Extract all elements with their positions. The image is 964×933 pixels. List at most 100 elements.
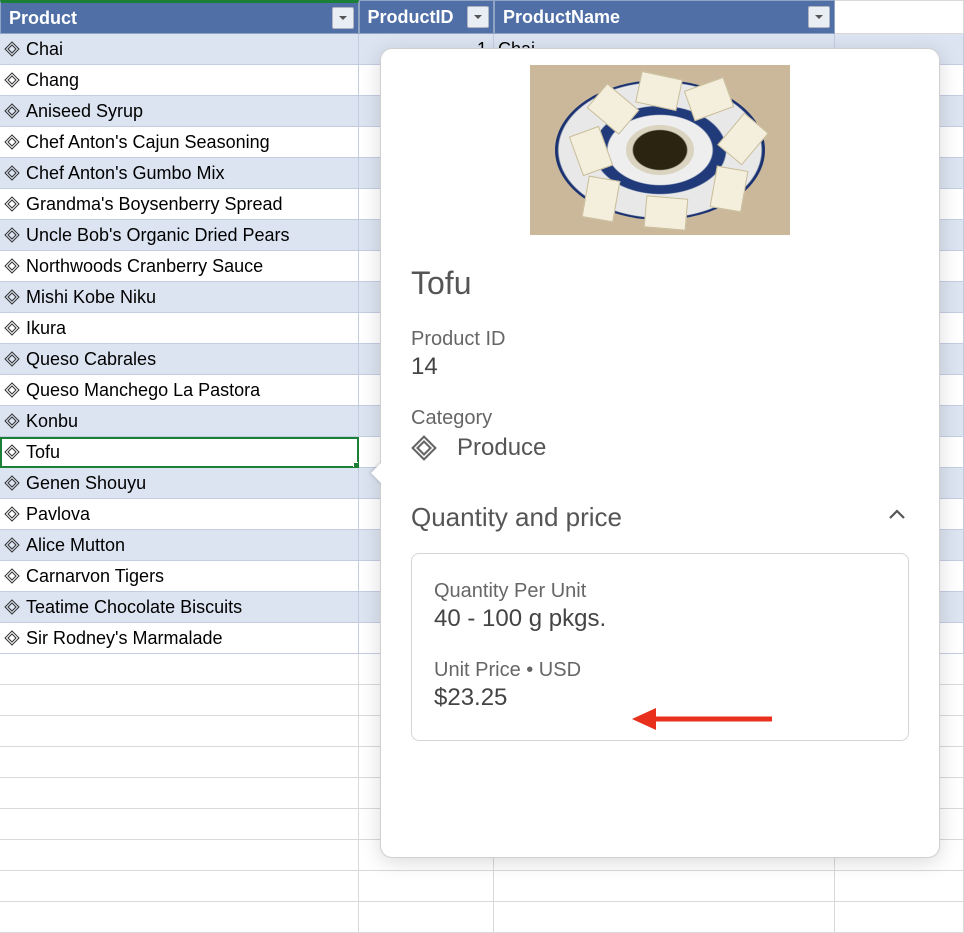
column-header-empty <box>835 0 964 34</box>
cell-product[interactable]: Aniseed Syrup <box>0 96 359 127</box>
data-type-icon <box>4 537 20 553</box>
cell-product-text: Konbu <box>26 411 78 432</box>
cell-product-text: Aniseed Syrup <box>26 101 143 122</box>
cell-product-text: Carnarvon Tigers <box>26 566 164 587</box>
cell-product[interactable]: Ikura <box>0 313 359 344</box>
empty-cell[interactable] <box>494 902 835 933</box>
empty-cell[interactable] <box>359 871 494 902</box>
table-header-row: Product ProductID ProductName <box>0 0 964 34</box>
data-type-icon <box>4 506 20 522</box>
quantity-per-unit-label: Quantity Per Unit <box>434 580 886 603</box>
cell-product-text: Queso Cabrales <box>26 349 156 370</box>
data-type-icon <box>4 134 20 150</box>
cell-product-text: Pavlova <box>26 504 90 525</box>
data-type-icon <box>4 103 20 119</box>
cell-product[interactable]: Northwoods Cranberry Sauce <box>0 251 359 282</box>
cell-product[interactable]: Uncle Bob's Organic Dried Pears <box>0 220 359 251</box>
data-type-icon <box>4 599 20 615</box>
cell-product-text: Sir Rodney's Marmalade <box>26 628 223 649</box>
column-header-product[interactable]: Product <box>0 0 359 34</box>
empty-cell[interactable] <box>0 902 359 933</box>
chevron-down-icon <box>813 11 825 23</box>
data-type-icon <box>411 435 437 461</box>
unit-price-value: $23.25 <box>434 684 886 712</box>
chevron-up-icon <box>885 503 909 532</box>
cell-product[interactable]: Carnarvon Tigers <box>0 561 359 592</box>
empty-cell[interactable] <box>0 685 359 716</box>
column-header-label: ProductID <box>368 7 454 28</box>
card-pointer <box>371 461 383 485</box>
cell-product[interactable]: Mishi Kobe Niku <box>0 282 359 313</box>
cell-product[interactable]: Tofu <box>0 437 359 468</box>
quantity-per-unit-value: 40 - 100 g pkgs. <box>434 605 886 633</box>
cell-product[interactable]: Grandma's Boysenberry Spread <box>0 189 359 220</box>
chevron-down-icon <box>472 11 484 23</box>
data-type-icon <box>4 41 20 57</box>
column-header-productname[interactable]: ProductName <box>494 0 835 34</box>
data-type-icon <box>4 630 20 646</box>
cell-product[interactable]: Sir Rodney's Marmalade <box>0 623 359 654</box>
empty-cell[interactable] <box>359 902 494 933</box>
section-title: Quantity and price <box>411 502 622 533</box>
section-header-quantity-price[interactable]: Quantity and price <box>411 502 909 541</box>
data-type-icon <box>4 72 20 88</box>
column-header-label: Product <box>9 8 77 29</box>
cell-product[interactable]: Alice Mutton <box>0 530 359 561</box>
category-value: Produce <box>457 434 546 462</box>
empty-cell[interactable] <box>0 871 359 902</box>
data-type-icon <box>4 165 20 181</box>
cell-product[interactable]: Chang <box>0 65 359 96</box>
data-type-icon <box>4 227 20 243</box>
unit-price-label: Unit Price • USD <box>434 659 581 682</box>
quantity-price-box: Quantity Per Unit 40 - 100 g pkgs. Unit … <box>411 553 909 741</box>
card-title: Tofu <box>411 265 909 302</box>
cell-product[interactable]: Chef Anton's Cajun Seasoning <box>0 127 359 158</box>
cell-product[interactable]: Chai <box>0 34 359 65</box>
empty-cell[interactable] <box>835 902 964 933</box>
empty-cell[interactable] <box>0 840 359 871</box>
data-type-icon <box>4 351 20 367</box>
cell-product-text: Mishi Kobe Niku <box>26 287 156 308</box>
filter-button-productid[interactable] <box>467 6 489 28</box>
cell-product[interactable]: Konbu <box>0 406 359 437</box>
cell-product-text: Queso Manchego La Pastora <box>26 380 260 401</box>
filter-button-product[interactable] <box>332 7 354 29</box>
empty-cell[interactable] <box>835 871 964 902</box>
product-id-value: 14 <box>411 353 909 381</box>
data-type-icon <box>4 258 20 274</box>
cell-product[interactable]: Chef Anton's Gumbo Mix <box>0 158 359 189</box>
empty-row[interactable] <box>0 902 964 933</box>
cell-product-text: Chef Anton's Cajun Seasoning <box>26 132 270 153</box>
empty-row[interactable] <box>0 871 964 902</box>
cell-product-text: Tofu <box>26 442 60 463</box>
data-type-icon <box>4 475 20 491</box>
empty-cell[interactable] <box>0 809 359 840</box>
cell-product-text: Teatime Chocolate Biscuits <box>26 597 242 618</box>
cell-product-text: Chang <box>26 70 79 91</box>
empty-cell[interactable] <box>0 778 359 809</box>
data-type-icon <box>4 320 20 336</box>
filter-button-productname[interactable] <box>808 6 830 28</box>
cell-product[interactable]: Teatime Chocolate Biscuits <box>0 592 359 623</box>
empty-cell[interactable] <box>0 716 359 747</box>
cell-product-text: Ikura <box>26 318 66 339</box>
cell-product[interactable]: Genen Shouyu <box>0 468 359 499</box>
data-type-icon <box>4 196 20 212</box>
data-type-card: Tofu Product ID 14 Category Produce Quan… <box>380 48 940 858</box>
cell-product-text: Chai <box>26 39 63 60</box>
empty-cell[interactable] <box>0 654 359 685</box>
product-id-label: Product ID <box>411 328 909 351</box>
column-header-label: ProductName <box>503 7 620 28</box>
data-type-icon <box>4 568 20 584</box>
empty-cell[interactable] <box>0 747 359 778</box>
cell-product-text: Chef Anton's Gumbo Mix <box>26 163 225 184</box>
cell-product[interactable]: Queso Manchego La Pastora <box>0 375 359 406</box>
column-header-productid[interactable]: ProductID <box>359 0 494 34</box>
data-type-icon <box>4 382 20 398</box>
cell-product[interactable]: Queso Cabrales <box>0 344 359 375</box>
cell-product-text: Genen Shouyu <box>26 473 146 494</box>
empty-cell[interactable] <box>494 871 835 902</box>
cell-product[interactable]: Pavlova <box>0 499 359 530</box>
chevron-down-icon <box>337 12 349 24</box>
cell-product-text: Alice Mutton <box>26 535 125 556</box>
